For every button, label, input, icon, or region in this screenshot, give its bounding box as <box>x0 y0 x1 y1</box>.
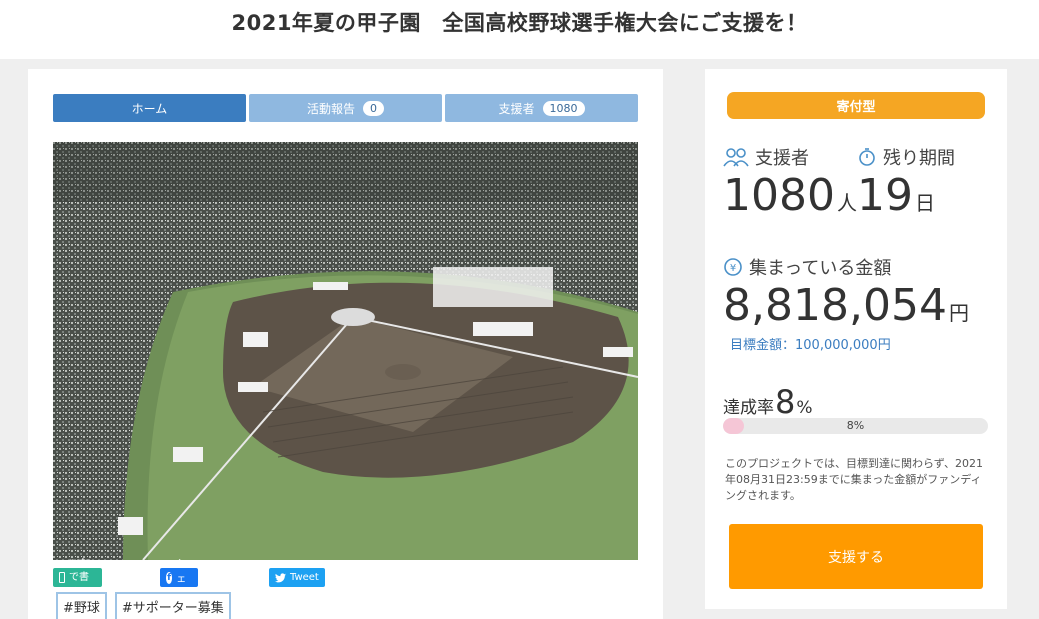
tab-home[interactable]: ホーム <box>53 94 246 122</box>
supporters-count: 1080 人 <box>723 174 857 218</box>
supporters-value: 1080 <box>723 170 835 221</box>
support-button[interactable]: 支援する <box>729 524 983 589</box>
stadium-photo <box>53 142 638 560</box>
tag-list: #野球 #サポーター募集 <box>56 592 231 619</box>
supporters-icon <box>723 148 749 167</box>
tab-supporters[interactable]: 支援者 1080 <box>445 94 638 122</box>
stopwatch-icon <box>859 148 875 166</box>
tab-count-badge: 1080 <box>542 100 585 116</box>
tab-activity-reports[interactable]: 活動報告 0 <box>249 94 442 122</box>
facebook-icon: f <box>166 571 173 584</box>
supporters-label: 支援者 <box>723 144 809 170</box>
progress-text: 8% <box>846 419 865 432</box>
achievement-rate: 達成率8% <box>723 383 813 421</box>
hero-image-stadium <box>53 142 638 560</box>
tweet-button[interactable]: Tweet <box>269 568 325 587</box>
main-content: ホーム 活動報告 0 支援者 1080 noteで書 f シェ Tweet #野… <box>28 69 663 619</box>
supporters-label-text: 支援者 <box>755 148 809 169</box>
note-share-button[interactable]: noteで書く <box>53 557 102 598</box>
tab-label: ホーム <box>131 101 168 116</box>
facebook-share-button[interactable]: f シェア <box>160 559 198 600</box>
page-title: 2021年夏の甲子園 全国高校野球選手権大会にご支援を！ <box>231 11 808 35</box>
project-sidebar: 寄付型 支援者 残り期間 1080 人 19 日 ¥ 集まっている金額 8,818,… <box>705 69 1007 609</box>
page-header: 2021年夏の甲子園 全国高校野球選手権大会にご支援を！ <box>0 0 1039 59</box>
tag-item[interactable]: #野球 <box>56 592 107 619</box>
rate-prefix: 達成率 <box>723 398 774 418</box>
amount-label-text: 集まっている金額 <box>749 258 892 279</box>
project-type-badge: 寄付型 <box>727 92 985 119</box>
remaining-value: 19 <box>857 170 913 221</box>
tab-count-badge: 0 <box>363 100 384 116</box>
svg-text:¥: ¥ <box>730 263 736 274</box>
tab-label: 活動報告 <box>306 101 355 116</box>
tab-label: 支援者 <box>498 101 535 116</box>
yen-coin-icon: ¥ <box>724 258 742 276</box>
amount-raised: 8,818,054 円 <box>723 284 969 328</box>
remaining-label: 残り期間 <box>857 144 955 170</box>
goal-amount: 目標金額：100,000,000円 <box>730 338 891 353</box>
twitter-icon <box>275 572 286 582</box>
supporters-unit: 人 <box>836 191 857 215</box>
remaining-unit: 日 <box>915 191 935 215</box>
amount-label: ¥ 集まっている金額 <box>723 254 891 280</box>
note-icon <box>59 572 66 583</box>
rate-value: 8 <box>775 383 796 421</box>
remaining-label-text: 残り期間 <box>883 148 955 169</box>
remaining-days: 19 日 <box>857 174 935 218</box>
tweet-label: Tweet <box>290 572 319 583</box>
amount-value: 8,818,054 <box>723 280 947 331</box>
progress-bar: 8% <box>723 418 988 434</box>
tab-bar: ホーム 活動報告 0 支援者 1080 <box>53 94 638 122</box>
rate-suffix: % <box>796 398 813 418</box>
funding-note: このプロジェクトでは、目標到達に関わらず、2021年08月31日23:59までに… <box>725 457 984 502</box>
tag-item[interactable]: #サポーター募集 <box>114 592 231 619</box>
amount-unit: 円 <box>948 301 969 325</box>
